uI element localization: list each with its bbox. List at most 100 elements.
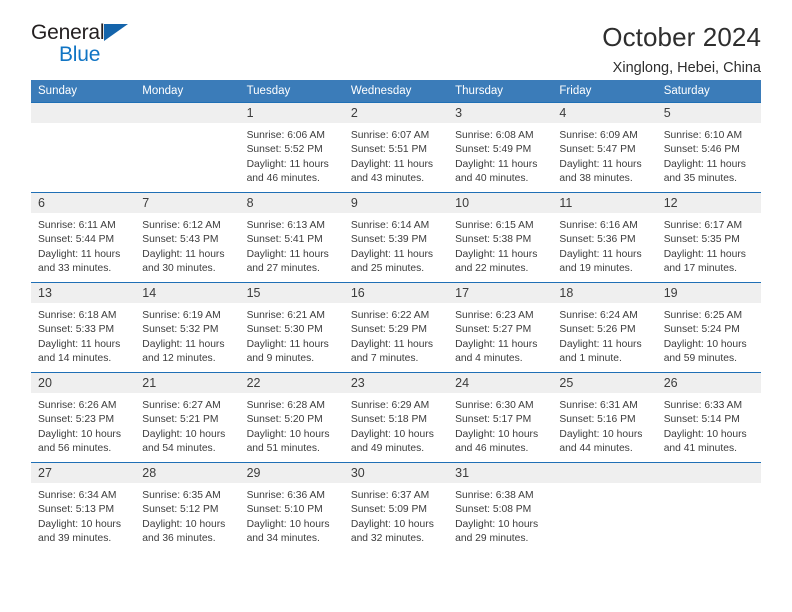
daylight-duration-line2: and 46 minutes. (455, 443, 529, 455)
day-details: Sunrise: 6:29 AM Sunset: 5:18 PM Daylight:… (344, 393, 448, 457)
calendar-day-cell[interactable]: 22 Sunrise: 6:28 AM Sunset: 5:20 PM Dayligh… (239, 372, 344, 463)
day-details: Sunrise: 6:34 AM Sunset: 5:13 PM Daylight:… (31, 483, 135, 547)
day-number (656, 463, 761, 483)
calendar-day-cell[interactable]: 25 Sunrise: 6:31 AM Sunset: 5:16 PM Dayligh… (552, 372, 657, 463)
calendar-day-cell[interactable]: 13 Sunrise: 6:18 AM Sunset: 5:33 PM Dayligh… (31, 282, 136, 373)
day-details: Sunrise: 6:14 AM Sunset: 5:39 PM Daylight:… (344, 213, 448, 277)
day-number: 28 (135, 463, 240, 483)
sunset-time: Sunset: 5:08 PM (455, 504, 532, 516)
day-details: Sunrise: 6:15 AM Sunset: 5:38 PM Daylight:… (448, 213, 552, 277)
daylight-duration-line2: and 22 minutes. (455, 263, 529, 275)
day-number: 23 (343, 373, 449, 393)
weekday-header-saturday: Saturday (656, 80, 761, 103)
day-details: Sunrise: 6:30 AM Sunset: 5:17 PM Daylight:… (448, 393, 552, 457)
day-number: 29 (239, 463, 344, 483)
daylight-duration-line1: Daylight: 11 hours (455, 338, 538, 350)
calendar-day-cell[interactable]: 19 Sunrise: 6:25 AM Sunset: 5:24 PM Dayligh… (656, 282, 761, 373)
day-number: 26 (656, 373, 761, 393)
day-number: 18 (552, 283, 657, 303)
daylight-duration-line1: Daylight: 10 hours (663, 428, 747, 440)
calendar-day-cell[interactable]: 26 Sunrise: 6:33 AM Sunset: 5:14 PM Dayligh… (656, 372, 761, 463)
daylight-duration-line1: Daylight: 11 hours (38, 338, 121, 350)
day-details: Sunrise: 6:08 AM Sunset: 5:49 PM Daylight:… (448, 123, 552, 187)
day-details: Sunrise: 6:06 AM Sunset: 5:52 PM Daylight:… (240, 123, 344, 187)
sunrise-time: Sunrise: 6:29 AM (350, 400, 430, 411)
calendar-day-cell[interactable]: 12 Sunrise: 6:17 AM Sunset: 5:35 PM Dayligh… (656, 192, 761, 283)
calendar-day-cell[interactable]: 16 Sunrise: 6:22 AM Sunset: 5:29 PM Dayligh… (343, 282, 449, 373)
calendar-day-cell[interactable]: 17 Sunrise: 6:23 AM Sunset: 5:27 PM Dayligh… (448, 282, 553, 373)
calendar-day-cell[interactable]: 6 Sunrise: 6:11 AM Sunset: 5:44 PM Daylight… (31, 192, 136, 283)
day-number: 20 (31, 373, 136, 393)
sunset-time: Sunset: 5:23 PM (38, 414, 115, 426)
calendar-day-cell[interactable]: 18 Sunrise: 6:24 AM Sunset: 5:26 PM Dayligh… (552, 282, 657, 373)
calendar-day-cell[interactable]: 28 Sunrise: 6:35 AM Sunset: 5:12 PM Dayligh… (135, 462, 240, 553)
calendar-day-cell[interactable]: 15 Sunrise: 6:21 AM Sunset: 5:30 PM Dayligh… (239, 282, 344, 373)
calendar-day-cell[interactable]: 31 Sunrise: 6:38 AM Sunset: 5:08 PM Dayligh… (448, 462, 553, 553)
sunset-time: Sunset: 5:49 PM (455, 144, 532, 156)
calendar-day-cell[interactable]: 29 Sunrise: 6:36 AM Sunset: 5:10 PM Dayligh… (239, 462, 344, 553)
daylight-duration-line1: Daylight: 11 hours (142, 248, 225, 260)
calendar-day-cell[interactable]: 1 Sunrise: 6:06 AM Sunset: 5:52 PM Daylight… (239, 102, 344, 193)
daylight-duration-line1: Daylight: 10 hours (246, 428, 330, 440)
calendar-day-cell[interactable]: 20 Sunrise: 6:26 AM Sunset: 5:23 PM Dayligh… (31, 372, 136, 463)
sunset-time: Sunset: 5:35 PM (663, 234, 740, 246)
calendar-day-cell[interactable]: 14 Sunrise: 6:19 AM Sunset: 5:32 PM Dayligh… (135, 282, 240, 373)
sunset-time: Sunset: 5:14 PM (663, 414, 740, 426)
calendar-day-cell[interactable]: 8 Sunrise: 6:13 AM Sunset: 5:41 PM Daylight… (239, 192, 344, 283)
calendar-day-cell[interactable]: 30 Sunrise: 6:37 AM Sunset: 5:09 PM Dayligh… (343, 462, 449, 553)
daylight-duration-line1: Daylight: 10 hours (455, 518, 539, 530)
daylight-duration-line2: and 19 minutes. (559, 263, 633, 275)
calendar-day-cell-empty (31, 102, 136, 193)
calendar-day-cell[interactable]: 4 Sunrise: 6:09 AM Sunset: 5:47 PM Daylight… (552, 102, 657, 193)
calendar-day-cell[interactable]: 21 Sunrise: 6:27 AM Sunset: 5:21 PM Dayligh… (135, 372, 240, 463)
calendar-day-cell[interactable]: 27 Sunrise: 6:34 AM Sunset: 5:13 PM Dayligh… (31, 462, 136, 553)
calendar-day-cell[interactable]: 11 Sunrise: 6:16 AM Sunset: 5:36 PM Dayligh… (552, 192, 657, 283)
calendar-day-cell[interactable]: 2 Sunrise: 6:07 AM Sunset: 5:51 PM Daylight… (343, 102, 449, 193)
daylight-duration-line1: Daylight: 11 hours (350, 248, 434, 260)
day-details: Sunrise: 6:19 AM Sunset: 5:32 PM Daylight:… (135, 303, 239, 367)
sunset-time: Sunset: 5:24 PM (663, 324, 740, 336)
daylight-duration-line1: Daylight: 11 hours (559, 338, 642, 350)
daylight-duration-line2: and 7 minutes. (350, 353, 419, 365)
day-number: 19 (656, 283, 761, 303)
sunrise-time: Sunrise: 6:31 AM (559, 400, 638, 411)
day-number: 6 (31, 193, 136, 213)
daylight-duration-line1: Daylight: 11 hours (142, 338, 225, 350)
calendar-day-cell[interactable]: 7 Sunrise: 6:12 AM Sunset: 5:43 PM Daylight… (135, 192, 240, 283)
sunrise-time: Sunrise: 6:33 AM (663, 400, 743, 411)
day-details: Sunrise: 6:18 AM Sunset: 5:33 PM Daylight:… (31, 303, 135, 367)
weekday-header-monday: Monday (135, 80, 240, 103)
sunset-time: Sunset: 5:46 PM (663, 144, 740, 156)
daylight-duration-line1: Daylight: 11 hours (455, 248, 538, 260)
day-number: 5 (656, 103, 761, 123)
generalblue-logo[interactable]: General Blue (31, 22, 151, 72)
calendar-day-cell[interactable]: 3 Sunrise: 6:08 AM Sunset: 5:49 PM Daylight… (448, 102, 553, 193)
calendar-day-cell[interactable]: 24 Sunrise: 6:30 AM Sunset: 5:17 PM Dayligh… (448, 372, 553, 463)
daylight-duration-line2: and 56 minutes. (38, 443, 112, 455)
sunrise-time: Sunrise: 6:25 AM (663, 310, 743, 321)
calendar-page: General Blue October 2024 Xinglong, Hebe… (0, 0, 792, 612)
daylight-duration-line1: Daylight: 11 hours (663, 158, 746, 170)
sunrise-time: Sunrise: 6:21 AM (246, 310, 325, 321)
calendar-day-cell[interactable]: 5 Sunrise: 6:10 AM Sunset: 5:46 PM Daylight… (656, 102, 761, 193)
weekday-header-sunday: Sunday (31, 80, 136, 103)
day-details: Sunrise: 6:16 AM Sunset: 5:36 PM Daylight:… (552, 213, 656, 277)
calendar-day-cell[interactable]: 10 Sunrise: 6:15 AM Sunset: 5:38 PM Dayligh… (448, 192, 553, 283)
calendar-day-cell[interactable]: 23 Sunrise: 6:29 AM Sunset: 5:18 PM Dayligh… (343, 372, 449, 463)
daylight-duration-line2: and 41 minutes. (663, 443, 737, 455)
sunrise-time: Sunrise: 6:37 AM (350, 490, 430, 501)
sunrise-time: Sunrise: 6:15 AM (455, 220, 534, 231)
day-number: 15 (239, 283, 344, 303)
sunrise-time: Sunrise: 6:36 AM (246, 490, 325, 501)
sunset-time: Sunset: 5:20 PM (246, 414, 323, 426)
calendar-day-cell-empty (135, 102, 240, 193)
calendar-day-cell[interactable]: 9 Sunrise: 6:14 AM Sunset: 5:39 PM Daylight… (343, 192, 449, 283)
sunrise-time: Sunrise: 6:17 AM (663, 220, 743, 231)
daylight-duration-line2: and 44 minutes. (559, 443, 633, 455)
daylight-duration-line2: and 59 minutes. (663, 353, 737, 365)
sunrise-time: Sunrise: 6:35 AM (142, 490, 221, 501)
weekday-header-friday: Friday (552, 80, 657, 103)
day-details: Sunrise: 6:17 AM Sunset: 5:35 PM Daylight:… (657, 213, 761, 277)
daylight-duration-line1: Daylight: 11 hours (350, 338, 434, 350)
daylight-duration-line2: and 30 minutes. (142, 263, 216, 275)
